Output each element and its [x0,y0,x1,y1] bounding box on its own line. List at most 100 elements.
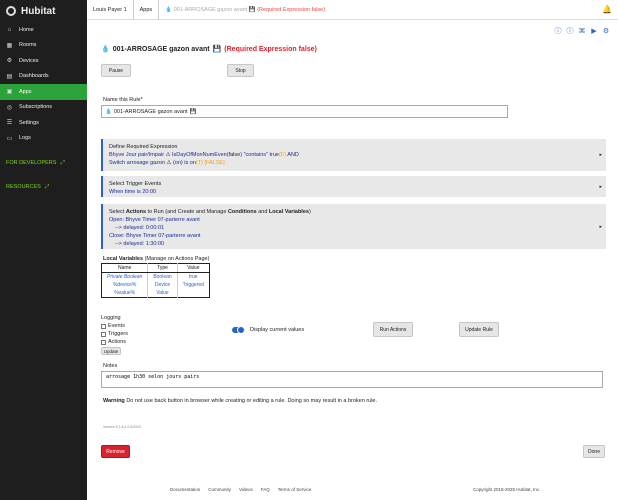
header-part: to Run (and Create and Manage [146,209,228,215]
header-part: Actions [125,209,146,215]
table-row: Private Boolean Boolean true [101,272,210,281]
remove-button[interactable]: Remove [101,445,130,458]
update-rule-button[interactable]: Update Rule [459,322,499,337]
checkbox-box [101,339,106,345]
footer-link-faq[interactable]: FAQ [261,487,270,492]
table-cell: Value [147,289,178,298]
checkbox-box [101,323,106,329]
table-cell: %value% [101,289,149,298]
home-icon: ⌂ [7,26,12,33]
update-logging-button[interactable]: Update [101,347,121,355]
expr-result: (F) [278,152,286,158]
expand-arrow-icon: ▸ [599,152,602,158]
sidebar-item-dashboards[interactable]: ▤ Dashboards [0,69,87,85]
sidebar-item-rooms[interactable]: ▦ Rooms [0,38,87,54]
sidebar-item-subscriptions[interactable]: ◎ Subscriptions [0,100,87,116]
floppy-icon: 💾 [189,108,197,115]
help-icon[interactable]: ⓘ [566,27,574,35]
main-content: ⓘ ⓘ ⌘ ▶ ⚙ 💧 001-ARROSAGE gazon avant 💾 (… [87,20,618,500]
sidebar-item-label: Dashboards [19,73,49,80]
rule-name-value: 001-ARROSAGE gazon avant [113,108,188,115]
sidebar-group-resources[interactable]: RESOURCES ⤢ [0,180,87,194]
logging-triggers-checkbox[interactable]: Triggers [101,331,128,337]
header-part: Local Variables [268,209,309,215]
page-title-status: (Required Expression false) [224,45,317,53]
logs-icon: ▭ [6,135,13,142]
run-actions-button[interactable]: Run Actions [373,322,413,337]
info-icon[interactable]: ⓘ [554,27,562,35]
section-line: When time is 20:00 [109,189,157,195]
trigger-events-section[interactable]: Select Trigger Events When time is 20:00… [101,176,606,197]
warning-icon: ⚠ [166,160,172,166]
drop-icon: 💧 [165,6,173,13]
pause-button[interactable]: Pause [101,64,131,77]
local-variables-heading: Local Variables (Manage on Actions Page) [103,256,209,262]
required-expression-section[interactable]: Define Required Expression Bhyve Jour pa… [101,139,606,171]
switch-cond: (on) is on [172,160,196,166]
sidebar-item-logs[interactable]: ▭ Logs [0,131,87,147]
logging-actions-checkbox[interactable]: Actions [101,339,126,345]
header-part: ) [308,209,311,215]
sidebar-item-home[interactable]: ⌂ Home [0,22,87,38]
table-row: %value% Value [101,289,210,298]
header-part: Conditions [227,209,257,215]
page-toolbar: ⓘ ⓘ ⌘ ▶ ⚙ [554,27,610,35]
action-line: Close: Bhyve Timer 07-parterre avant [109,233,201,239]
logging-label: Logging [101,315,121,321]
sidebar-item-label: Subscriptions [19,104,53,111]
dashboards-icon: ▤ [6,73,13,80]
page-title: 💧 001-ARROSAGE gazon avant 💾 (Required E… [101,45,317,54]
hubitat-logo[interactable]: Hubitat [0,0,87,22]
table-cell: Device [147,281,178,289]
breadcrumb-hub[interactable]: Louis Payer 1 [87,0,134,20]
table-cell: Triggered [182,282,204,288]
devices-icon: ⚙ [6,58,13,65]
subscriptions-icon: ◎ [6,104,13,111]
breadcrumb: Louis Payer 1 Apps 💧 001-ARROSAGE gazon … [87,0,618,20]
breadcrumb-current: 💧 001-ARROSAGE gazon avant 💾 (Required E… [159,0,331,20]
table-cell: true [188,274,198,280]
video-icon[interactable]: ▶ [590,27,598,35]
stop-button[interactable]: Stop [227,64,254,77]
header-part: Select [109,209,126,215]
breadcrumb-current-name: 001-ARROSAGE gazon avant [173,6,248,13]
breadcrumb-current-status: (Required Expression false) [257,6,326,13]
footer-link-terms[interactable]: Terms of Service [278,487,312,492]
notes-field[interactable]: arrosage 1h30 selon jours pairs [101,371,603,388]
warning-text: Warning Do not use back button in browse… [103,398,377,404]
sidebar-item-label: Home [19,26,34,33]
switch-state: (T) [195,160,203,166]
section-header: Select Actions to Run (and Create and Ma… [109,208,600,216]
footer-link-community[interactable]: Community [208,487,231,492]
breadcrumb-apps[interactable]: Apps [134,0,160,20]
expand-icon: ⤢ [44,183,50,190]
code-icon[interactable]: ⌘ [578,27,586,35]
bell-icon[interactable]: 🔔 [602,5,612,14]
toggle-knob [237,326,245,334]
expr-func: IsDayOfMonNumEven( [172,152,229,158]
display-values-toggle[interactable] [232,326,245,334]
sidebar-group-developers[interactable]: FOR DEVELOPERS ⤢ [0,156,87,170]
table-cell: %device% [101,281,149,289]
settings-icon[interactable]: ⚙ [602,27,610,35]
footer-link-documentation[interactable]: Documentation [170,487,200,492]
local-variables-note: (Manage on Actions Page) [144,256,210,262]
sidebar-item-apps[interactable]: ▣ Apps [0,84,87,100]
sidebar-group-label: FOR DEVELOPERS [6,160,57,166]
table-cell[interactable]: Private Boolean [101,272,149,281]
notes-label: Notes [103,363,118,369]
logging-events-checkbox[interactable]: Events [101,323,125,329]
header-part: and [256,209,269,215]
column-header: Value [177,263,210,273]
local-variables-table: Name Type Value Private Boolean Boolean … [101,263,210,298]
footer-link-videos[interactable]: Videos [239,487,253,492]
checkbox-label: Actions [108,339,127,345]
done-button[interactable]: Done [583,445,605,458]
sidebar-item-settings[interactable]: ☰ Settings [0,115,87,131]
floppy-icon: 💾 [248,6,256,13]
actions-section[interactable]: Select Actions to Run (and Create and Ma… [101,204,606,249]
sidebar-item-label: Devices [19,57,39,64]
rule-name-field[interactable]: 💧 001-ARROSAGE gazon avant 💾 [101,105,508,118]
copyright-text: Copyright 2018-2025 Hubitat, Inc. [473,487,541,492]
sidebar-item-devices[interactable]: ⚙ Devices [0,53,87,69]
